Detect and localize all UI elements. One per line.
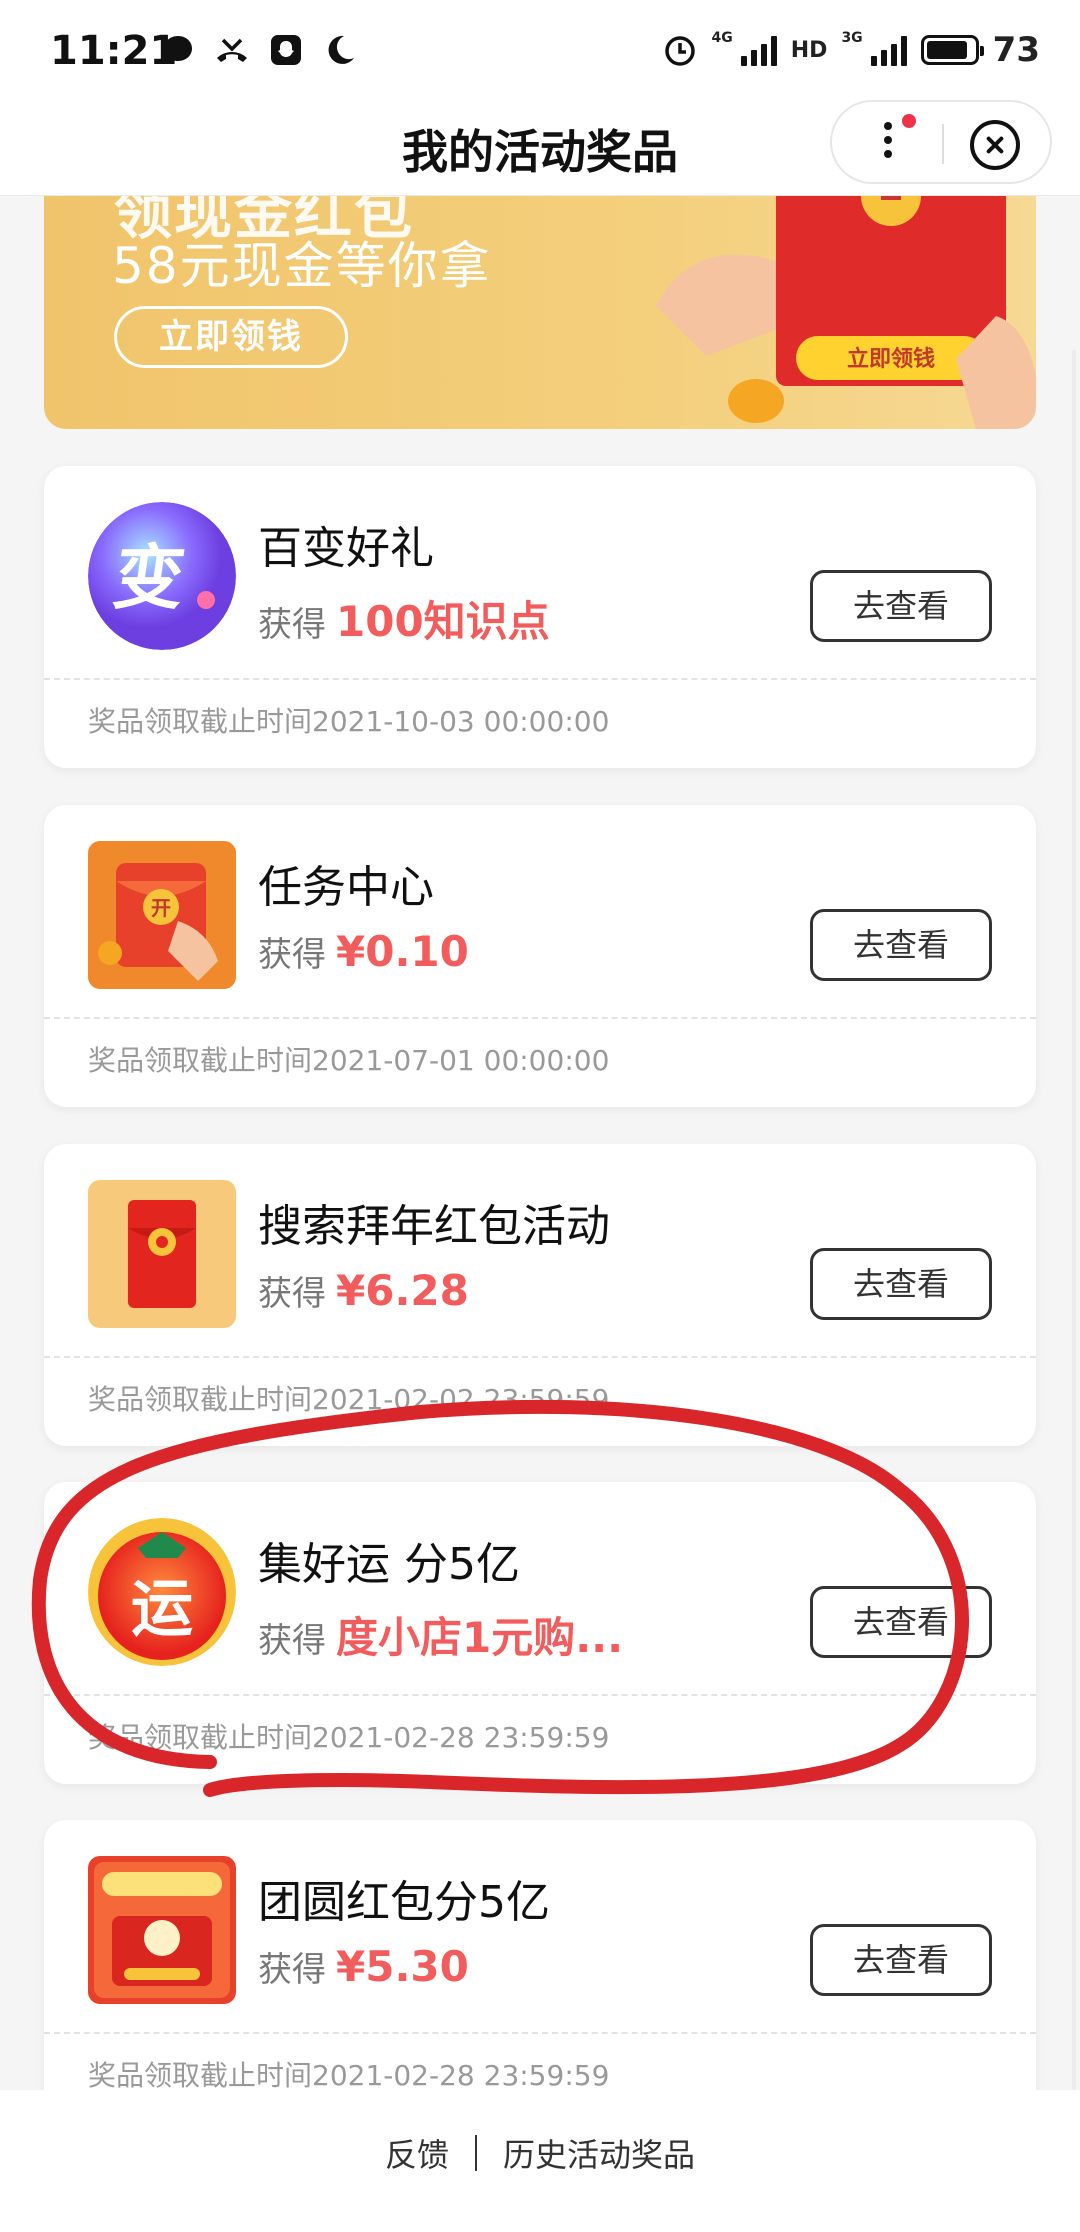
- history-prizes-link[interactable]: 历史活动奖品: [503, 2130, 695, 2176]
- missed-call-icon: [217, 38, 247, 62]
- prize-amount: ¥0.10: [336, 927, 469, 976]
- tuanyuan-icon: [88, 1856, 236, 2004]
- prize-name: 任务中心: [258, 862, 434, 913]
- close-icon[interactable]: [970, 120, 1020, 170]
- footer-divider: [475, 2135, 477, 2171]
- red-envelope-open-icon: 开: [88, 841, 236, 989]
- svg-text:开: 开: [151, 896, 171, 920]
- app-header: 我的活动奖品: [0, 100, 1080, 196]
- banner-claim-button[interactable]: 立即领钱: [114, 306, 348, 368]
- notification-icons: [160, 32, 358, 68]
- scrollbar[interactable]: [1072, 350, 1076, 2090]
- card-divider: [44, 1356, 1036, 1358]
- prize-gain: 获得 ¥0.10: [258, 927, 469, 976]
- feedback-link[interactable]: 反馈: [385, 2130, 449, 2176]
- gain-label: 获得: [258, 935, 326, 975]
- view-button[interactable]: 去查看: [810, 1924, 992, 1996]
- prize-gain: 获得 100知识点: [258, 588, 550, 649]
- notification-dot: [902, 114, 916, 128]
- gain-label: 获得: [258, 605, 326, 645]
- view-button[interactable]: 去查看: [810, 1586, 992, 1658]
- bianhaoli-icon: 变: [88, 502, 236, 650]
- prize-gain: 获得 ¥6.28: [258, 1266, 469, 1315]
- view-button[interactable]: 去查看: [810, 1248, 992, 1320]
- promo-banner[interactable]: 领现金红包 58元现金等你拿 立即领钱 立即领钱: [44, 196, 1036, 429]
- prize-name: 搜索拜年红包活动: [258, 1201, 610, 1252]
- prize-gain: 获得 ¥5.30: [258, 1942, 469, 1991]
- prize-card: 运 集好运 分5亿 获得 度小店1元购... 去查看 奖品领取截止时间2021-0…: [44, 1482, 1036, 1784]
- snapchat-icon: [271, 35, 301, 65]
- claim-deadline: 奖品领取截止时间2021-07-01 00:00:00: [88, 1044, 610, 1077]
- view-button[interactable]: 去查看: [810, 909, 992, 981]
- signal-strength-icon-2: [870, 34, 907, 66]
- alarm-icon: [664, 36, 695, 66]
- prize-card: 团圆红包分5亿 获得 ¥5.30 去查看 奖品领取截止时间2021-02-28 2…: [44, 1820, 1036, 2122]
- prize-amount: 度小店1元购...: [336, 1613, 624, 1662]
- status-bar: 11:21 4G HD 3G 73: [0, 0, 1080, 100]
- red-envelope-icon: [88, 1180, 236, 1328]
- svg-text:变: 变: [109, 537, 190, 619]
- prize-amount: ¥6.28: [336, 1266, 469, 1315]
- claim-deadline: 奖品领取截止时间2021-10-03 00:00:00: [88, 705, 610, 738]
- prize-gain: 获得 度小店1元购...: [258, 1604, 623, 1665]
- hd-label: HD: [790, 37, 828, 63]
- signal-strength-icon: [740, 34, 777, 66]
- claim-deadline: 奖品领取截止时间2021-02-28 23:59:59: [88, 1721, 610, 1754]
- prize-card: 开 任务中心 获得 ¥0.10 去查看 奖品领取截止时间2021-07-01 00…: [44, 805, 1036, 1107]
- lucky-bag-icon: 运: [88, 1518, 236, 1666]
- svg-text:运: 运: [131, 1572, 193, 1645]
- gain-label: 获得: [258, 1950, 326, 1990]
- prize-card: 变 百变好礼 获得 100知识点 去查看 奖品领取截止时间2021-10-03 0…: [44, 466, 1036, 768]
- more-menu-icon[interactable]: [884, 122, 894, 166]
- capsule-divider: [942, 124, 944, 164]
- claim-deadline: 奖品领取截止时间2021-02-28 23:59:59: [88, 2059, 610, 2092]
- moon-icon: [328, 35, 354, 64]
- system-icons: 4G HD 3G 73: [662, 30, 1040, 70]
- status-time: 11:21: [50, 28, 178, 74]
- network-type-label-2: 3G: [841, 30, 863, 46]
- battery-icon: [920, 35, 984, 65]
- art-button-text: 立即领钱: [847, 346, 935, 372]
- card-divider: [44, 1694, 1036, 1696]
- mini-program-capsule: [830, 100, 1052, 184]
- view-button[interactable]: 去查看: [810, 570, 992, 642]
- prize-amount: ¥5.30: [336, 1942, 469, 1991]
- gain-label: 获得: [258, 1274, 326, 1314]
- network-type-label: 4G: [711, 30, 733, 46]
- card-divider: [44, 678, 1036, 680]
- footer-bar: 反馈 历史活动奖品: [0, 2090, 1080, 2232]
- prize-name: 百变好礼: [258, 523, 434, 574]
- prize-card: 搜索拜年红包活动 获得 ¥6.28 去查看 奖品领取截止时间2021-02-02 …: [44, 1144, 1036, 1446]
- prize-name: 集好运 分5亿: [258, 1539, 520, 1590]
- prize-name: 团圆红包分5亿: [258, 1877, 550, 1928]
- battery-level: 73: [992, 30, 1040, 70]
- card-divider: [44, 1017, 1036, 1019]
- red-envelope-hand-illustration: 立即领钱: [656, 196, 1036, 429]
- banner-subtitle: 58元现金等你拿: [112, 237, 492, 295]
- claim-deadline: 奖品领取截止时间2021-02-02 23:59:59: [88, 1383, 610, 1416]
- footer-links: 反馈 历史活动奖品: [0, 2130, 1080, 2176]
- chat-bubble-icon: [164, 36, 192, 63]
- card-divider: [44, 2032, 1036, 2034]
- prize-amount: 100知识点: [336, 597, 550, 646]
- gain-label: 获得: [258, 1621, 326, 1661]
